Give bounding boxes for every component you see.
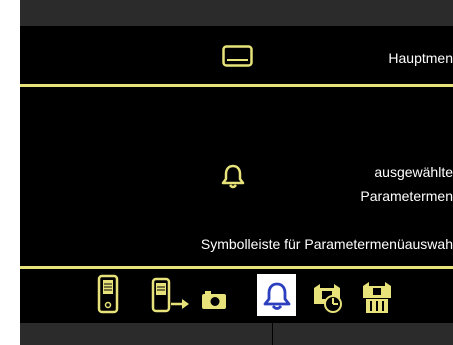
bell-icon (263, 282, 291, 310)
callout-pointer-line (272, 316, 273, 345)
main-menu-label: Hauptmen (388, 50, 453, 66)
display-screen: Hauptmen ausgewählte Parametermen Symbol… (20, 26, 453, 323)
divider-bottom (20, 266, 453, 269)
selected-param-label-line1: ausgewählte (374, 164, 453, 180)
selected-toolbar-item[interactable] (257, 274, 296, 316)
device-icon[interactable] (97, 274, 119, 314)
display-icon[interactable] (222, 45, 253, 67)
top-bar (20, 0, 453, 26)
toolbar-caption: Symbolleiste für Parametermenüauswah (200, 236, 453, 252)
camera-icon[interactable] (201, 290, 227, 310)
bell-icon (221, 164, 245, 189)
bottom-bar (20, 323, 453, 345)
device-export-icon[interactable] (151, 277, 191, 313)
divider-top (20, 84, 453, 87)
selected-param-label-line2: Parametermen (360, 188, 453, 204)
timer-icon[interactable] (311, 282, 343, 314)
reset-icon[interactable] (360, 280, 394, 314)
